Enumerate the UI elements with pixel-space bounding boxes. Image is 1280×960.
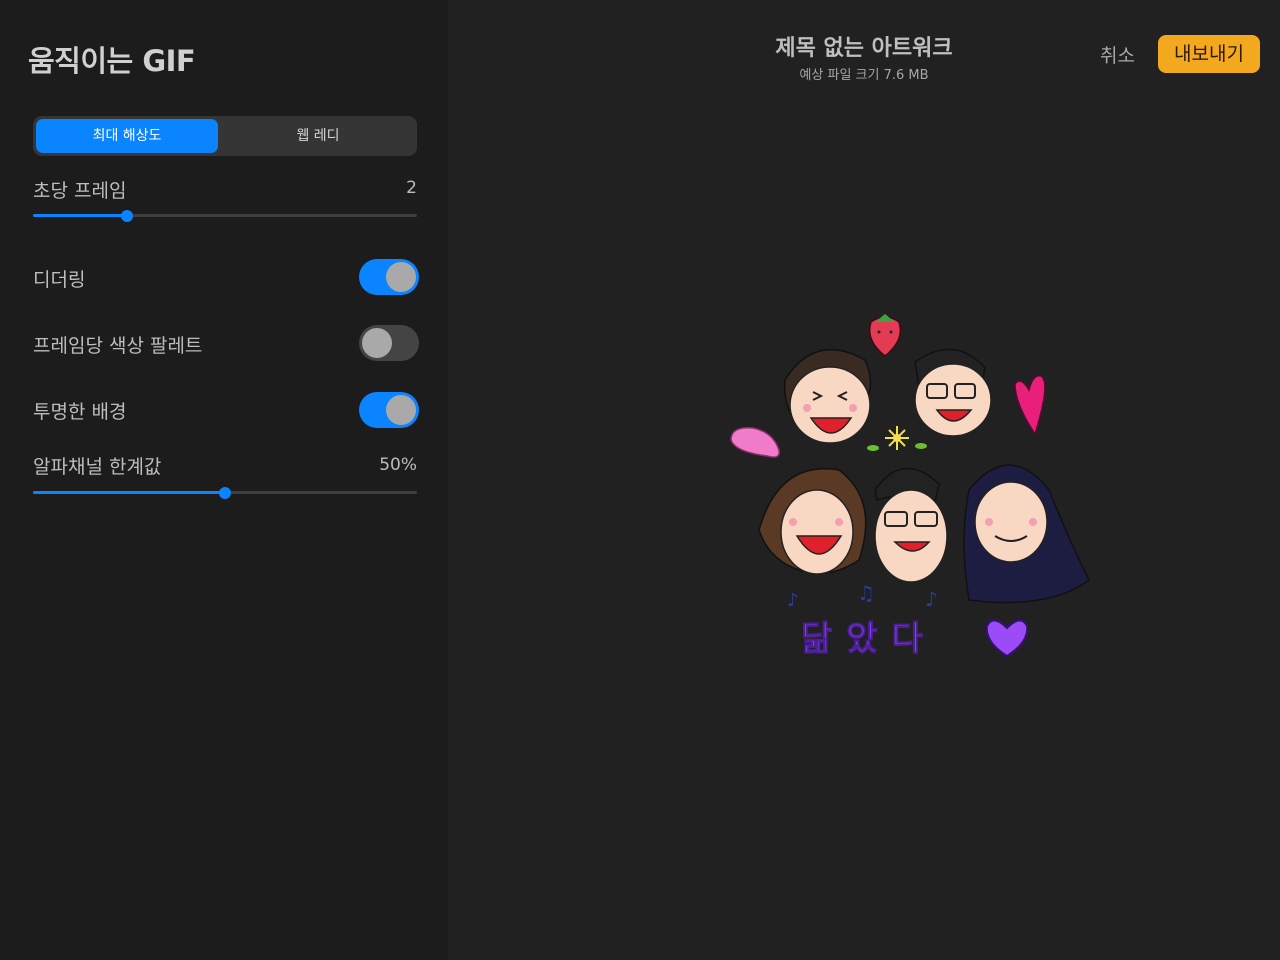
music-note-icon: ♫ [857,581,875,605]
face-top-right [914,348,992,437]
toggle-knob [386,262,416,292]
settings-sidebar: 움직이는 GIF 최대 해상도 웹 레디 초당 프레임 2 디더링 프레임당 색… [0,0,448,960]
toggle-knob [386,395,416,425]
dithering-label: 디더링 [33,269,86,291]
panel-title: 움직이는 GIF [28,44,196,78]
artwork-preview: ♪ ♫ ♪ 닮았다 [730,314,1090,660]
music-note-icon: ♪ [787,590,799,611]
estimated-file-size: 예상 파일 크기 7.6 MB [799,68,929,83]
face-bottom-left [758,468,867,575]
fps-slider[interactable] [33,209,417,222]
alpha-threshold-value: 50% [379,455,417,475]
fps-value: 2 [406,178,417,198]
face-top-left [784,348,872,444]
alpha-slider-fill [33,491,225,494]
per-frame-palette-label: 프레임당 색상 팔레트 [33,335,203,357]
heart-right-icon [1014,375,1046,436]
toggle-knob [362,328,392,358]
resolution-segmented-control: 최대 해상도 웹 레디 [33,116,417,156]
strawberry-icon [868,314,902,357]
heart-purple-icon [985,619,1029,658]
per-frame-palette-toggle[interactable] [359,325,419,361]
export-button[interactable]: 내보내기 [1158,35,1260,73]
segment-max-resolution[interactable]: 최대 해상도 [36,119,218,153]
music-note-icon: ♪ [925,587,938,611]
alpha-threshold-slider[interactable] [33,486,417,499]
alpha-slider-thumb[interactable] [219,486,231,499]
fps-slider-fill [33,214,128,217]
face-right [963,464,1090,604]
segment-web-ready[interactable]: 웹 레디 [223,119,413,153]
artwork-caption: 닮았다 [801,619,937,659]
document-title: 제목 없는 아트워크 [775,36,953,61]
alpha-threshold-label: 알파채널 한계값 [33,456,162,478]
flower-icon [867,426,927,451]
fps-label: 초당 프레임 [33,180,127,202]
transparent-bg-toggle[interactable] [359,392,419,428]
fps-slider-thumb[interactable] [121,209,134,222]
transparent-bg-label: 투명한 배경 [33,401,127,423]
cancel-button[interactable]: 취소 [1100,41,1135,68]
heart-left-icon [730,427,780,458]
dithering-toggle[interactable] [359,259,419,295]
face-center [874,467,948,583]
